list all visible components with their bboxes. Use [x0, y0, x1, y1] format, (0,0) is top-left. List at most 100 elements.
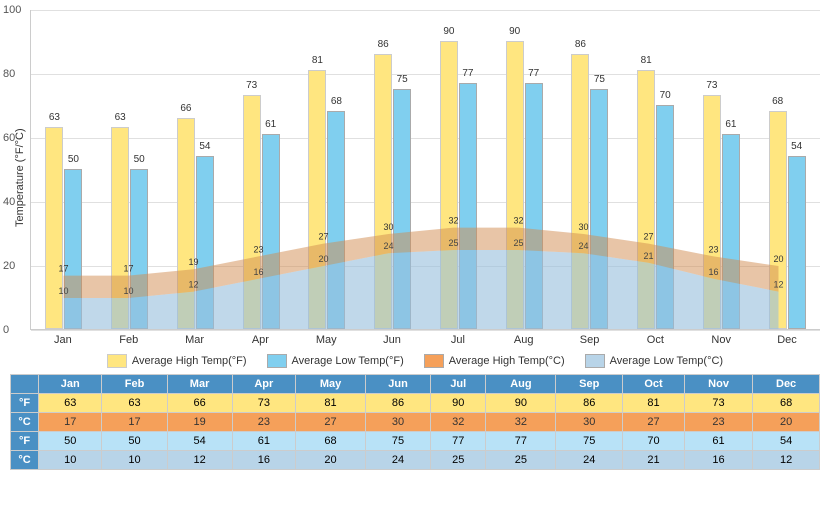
- grid-label: 0: [3, 324, 9, 336]
- table-cell: 70: [623, 432, 685, 451]
- table-col-header: Jul: [431, 375, 486, 394]
- table-cell: 20: [296, 451, 366, 470]
- table-cell: 73: [684, 394, 752, 413]
- table-cell: 63: [102, 394, 167, 413]
- high-c-label: 17: [58, 264, 68, 274]
- grid-label: 100: [3, 4, 21, 16]
- legend-item: Average Low Temp(°C): [585, 354, 723, 368]
- low-c-label: 21: [643, 251, 653, 261]
- table-cell: 20: [753, 413, 820, 432]
- table-col-header: Nov: [684, 375, 752, 394]
- legend-item: Average High Temp(°F): [107, 354, 247, 368]
- x-axis-label: Jun: [359, 330, 425, 346]
- table-row: °C101012162024252524211612: [11, 451, 820, 470]
- table-col-header: Dec: [753, 375, 820, 394]
- table-cell: 32: [486, 413, 556, 432]
- chart-container: Temperature (°F/°C) 02040608010063506350…: [0, 0, 830, 470]
- x-axis-label: Feb: [96, 330, 162, 346]
- data-table: JanFebMarAprMayJunJulAugSepOctNovDec°F63…: [10, 374, 820, 470]
- table-cell: 17: [102, 413, 167, 432]
- low-c-label: 16: [708, 267, 718, 277]
- legend-color-box: [585, 354, 605, 368]
- table-cell: 61: [684, 432, 752, 451]
- table-col-header: Oct: [623, 375, 685, 394]
- table-cell: 75: [366, 432, 431, 451]
- table-cell: 54: [167, 432, 232, 451]
- x-axis-label: May: [293, 330, 359, 346]
- table-cell: 77: [486, 432, 556, 451]
- table-corner-header: [11, 375, 39, 394]
- x-axis-label: Mar: [162, 330, 228, 346]
- area-svg: 1717192327303232302723201010121620242525…: [31, 10, 820, 329]
- table-cell: 86: [366, 394, 431, 413]
- low-c-label: 20: [318, 254, 328, 264]
- table-cell: 68: [296, 432, 366, 451]
- table-cell: 27: [296, 413, 366, 432]
- high-c-label: 23: [708, 244, 718, 254]
- high-c-label: 27: [643, 232, 653, 242]
- chart-inner: 0204060801006350635066547361816886759077…: [30, 10, 820, 346]
- table-cell: 21: [623, 451, 685, 470]
- table-cell: 23: [684, 413, 752, 432]
- table-row: °F636366738186909086817368: [11, 394, 820, 413]
- high-c-label: 32: [448, 216, 458, 226]
- legend-label: Average Low Temp(°C): [610, 355, 723, 367]
- high-c-label: 17: [123, 264, 133, 274]
- table-cell: 86: [556, 394, 623, 413]
- x-axis-label: Aug: [491, 330, 557, 346]
- low-c-label: 16: [253, 267, 263, 277]
- table-cell: 68: [753, 394, 820, 413]
- legend: Average High Temp(°F) Average Low Temp(°F…: [10, 346, 820, 374]
- table-row: °C171719232730323230272320: [11, 413, 820, 432]
- table-row: °F505054616875777775706154: [11, 432, 820, 451]
- table-cell: 81: [296, 394, 366, 413]
- legend-color-box: [107, 354, 127, 368]
- low-c-label: 12: [188, 280, 198, 290]
- x-axis-label: Jul: [425, 330, 491, 346]
- table-cell: 61: [232, 432, 295, 451]
- x-axis-label: Sep: [557, 330, 623, 346]
- table-cell: 73: [232, 394, 295, 413]
- legend-color-box: [267, 354, 287, 368]
- table-cell: 66: [167, 394, 232, 413]
- high-c-label: 30: [578, 222, 588, 232]
- table-cell: 23: [232, 413, 295, 432]
- low-c-label: 25: [448, 238, 458, 248]
- table-cell: 17: [39, 413, 102, 432]
- table-cell: 63: [39, 394, 102, 413]
- table-row-header: °F: [11, 394, 39, 413]
- legend-color-box: [424, 354, 444, 368]
- x-axis-label: Nov: [688, 330, 754, 346]
- table-cell: 12: [753, 451, 820, 470]
- table-row-header: °C: [11, 413, 39, 432]
- low-c-label: 10: [58, 286, 68, 296]
- grid-line: [31, 330, 820, 331]
- legend-label: Average Low Temp(°F): [292, 355, 404, 367]
- table-cell: 81: [623, 394, 685, 413]
- grid-label: 40: [3, 196, 15, 208]
- table-cell: 24: [556, 451, 623, 470]
- low-c-label: 25: [513, 238, 523, 248]
- table-cell: 24: [366, 451, 431, 470]
- table-cell: 16: [232, 451, 295, 470]
- y-axis-label: Temperature (°F/°C): [10, 10, 30, 346]
- table-cell: 30: [366, 413, 431, 432]
- legend-label: Average High Temp(°F): [132, 355, 247, 367]
- table-col-header: May: [296, 375, 366, 394]
- high-c-label: 32: [513, 216, 523, 226]
- x-axis-label: Jan: [30, 330, 96, 346]
- table-col-header: Mar: [167, 375, 232, 394]
- table-col-header: Aug: [486, 375, 556, 394]
- table-cell: 16: [684, 451, 752, 470]
- table-cell: 77: [431, 432, 486, 451]
- table-cell: 90: [486, 394, 556, 413]
- low-c-label: 24: [578, 241, 588, 251]
- table-cell: 50: [102, 432, 167, 451]
- x-axis-label: Dec: [754, 330, 820, 346]
- table-cell: 90: [431, 394, 486, 413]
- x-axis: JanFebMarAprMayJunJulAugSepOctNovDec: [30, 330, 820, 346]
- chart-area: Temperature (°F/°C) 02040608010063506350…: [10, 10, 820, 346]
- table-cell: 25: [486, 451, 556, 470]
- grid-label: 80: [3, 68, 15, 80]
- table-cell: 10: [102, 451, 167, 470]
